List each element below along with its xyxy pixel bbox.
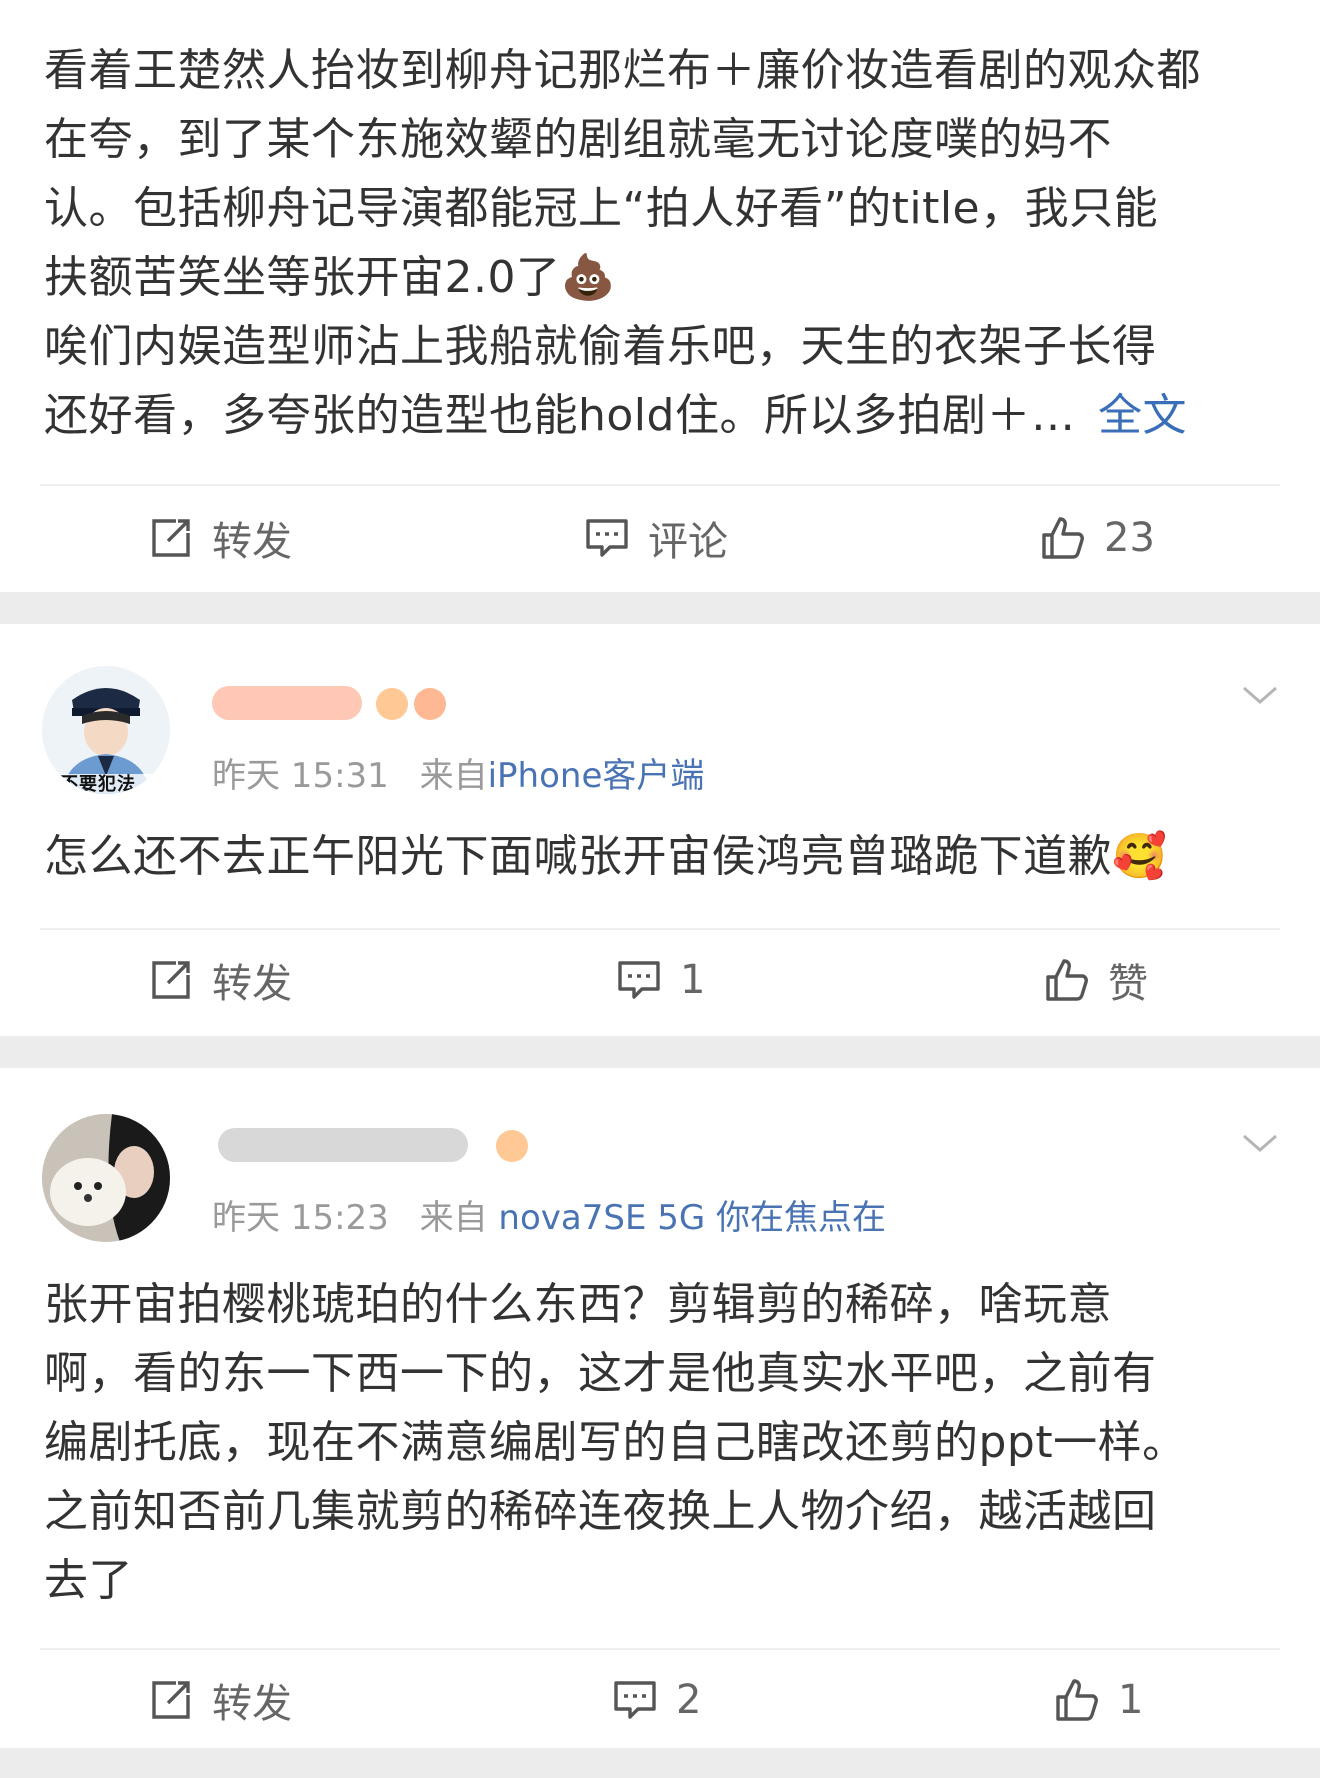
- post-line: 之前知否前几集就剪的稀碎连夜换上人物介绍，越活越回: [44, 1486, 1157, 1537]
- comment-icon: [614, 1681, 656, 1719]
- repost-label: 转发: [212, 961, 292, 1007]
- chevron-down-icon[interactable]: [1240, 682, 1280, 708]
- like-button[interactable]: 赞: [1044, 940, 1148, 1020]
- from-prefix: 来自: [419, 756, 488, 796]
- post-line: 啊，看的东一下西一下的，这才是他真实水平吧，之前有: [44, 1348, 1157, 1399]
- post-line: 扶额苦笑坐等张开宙2.0了💩: [44, 252, 616, 303]
- post-line: 张开宙拍樱桃琥珀的什么东西？剪辑剪的稀碎，啥玩意: [44, 1279, 1112, 1330]
- post-line: 在夸，到了某个东施效颦的剧组就毫无讨论度噗的妈不: [44, 114, 1112, 165]
- post-source[interactable]: iPhone客户端: [488, 756, 705, 796]
- comment-button[interactable]: 2: [612, 1660, 701, 1740]
- post-content: 怎么还不去正午阳光下面喊张开宙侯鸿亮曾璐跪下道歉🥰: [44, 822, 1284, 891]
- divider: [40, 484, 1280, 486]
- comment-button[interactable]: 评论: [584, 498, 728, 578]
- divider: [40, 928, 1280, 930]
- thumbs-up-icon: [1056, 1679, 1098, 1721]
- comment-icon: [618, 961, 660, 999]
- comment-count: 2: [676, 1677, 702, 1723]
- post-line: 看着王楚然人抬妆到柳舟记那烂布＋廉价妆造看剧的观众都: [44, 45, 1201, 96]
- comment-count: 1: [680, 957, 706, 1003]
- username-blurred[interactable]: [212, 680, 512, 726]
- action-bar: 转发 评论 23: [0, 498, 1320, 578]
- comment-button[interactable]: 1: [616, 940, 705, 1020]
- post-meta: 昨天 15:31 来自iPhone客户端: [212, 748, 704, 797]
- action-bar: 转发 1 赞: [0, 940, 1320, 1020]
- section-separator: [0, 592, 1320, 624]
- repost-icon: [152, 1681, 190, 1719]
- like-label: 赞: [1108, 961, 1148, 1007]
- post-content: 张开宙拍樱桃琥珀的什么东西？剪辑剪的稀碎，啥玩意 啊，看的东一下西一下的，这才是…: [44, 1270, 1284, 1615]
- blurred-username-image: [212, 686, 446, 720]
- from-prefix: 来自: [419, 1198, 488, 1238]
- post-content: 看着王楚然人抬妆到柳舟记那烂布＋廉价妆造看剧的观众都 在夸，到了某个东施效颦的剧…: [44, 36, 1284, 450]
- like-count: 1: [1118, 1677, 1144, 1723]
- avatar-caption: 不要犯法: [60, 774, 136, 794]
- post-line: 编剧托底，现在不满意编剧写的自己瞎改还剪的ppt一样。: [44, 1417, 1187, 1468]
- action-bar: 转发 2 1: [0, 1660, 1320, 1740]
- post-meta: 昨天 15:23 来自 nova7SE 5G 你在焦点在: [212, 1190, 886, 1239]
- comment-card: 不要犯法 昨天 15:31 来自iPhone客户端 怎么还不去正午阳光下面喊张开…: [0, 624, 1320, 1036]
- post-line: 去了: [44, 1555, 133, 1606]
- repost-button[interactable]: 转发: [148, 940, 292, 1020]
- repost-button[interactable]: 转发: [148, 1660, 292, 1740]
- post-line-last: 还好看，多夸张的造型也能hold住。所以多拍剧＋… 全文: [44, 381, 1284, 450]
- like-count: 23: [1104, 515, 1155, 561]
- read-more-link[interactable]: 全文: [1098, 390, 1187, 441]
- repost-icon: [152, 519, 190, 557]
- post-source[interactable]: nova7SE 5G 你在焦点在: [498, 1198, 886, 1238]
- avatar[interactable]: 不要犯法: [42, 666, 170, 794]
- post-time: 昨天 15:23: [212, 1198, 389, 1238]
- repost-button[interactable]: 转发: [148, 498, 292, 578]
- post-time: 昨天 15:31: [212, 756, 389, 796]
- post-card: 看着王楚然人抬妆到柳舟记那烂布＋廉价妆造看剧的观众都 在夸，到了某个东施效颦的剧…: [0, 0, 1320, 592]
- repost-label: 转发: [212, 1681, 292, 1727]
- thumbs-up-icon: [1042, 517, 1084, 559]
- like-button[interactable]: 1: [1054, 1660, 1143, 1740]
- section-separator: [0, 1036, 1320, 1068]
- chevron-down-icon[interactable]: [1240, 1130, 1280, 1156]
- post-line: 还好看，多夸张的造型也能hold住。所以多拍剧＋…: [44, 390, 1076, 441]
- post-line: 认。包括柳舟记导演都能冠上“拍人好看”的title，我只能: [44, 183, 1159, 234]
- section-separator: [0, 1748, 1320, 1778]
- blurred-username-image: [218, 1128, 528, 1162]
- comment-icon: [586, 519, 628, 557]
- thumbs-up-icon: [1046, 959, 1088, 1001]
- post-line: 唉们内娱造型师沾上我船就偷着乐吧，天生的衣架子长得: [44, 321, 1157, 372]
- repost-label: 转发: [212, 519, 292, 565]
- post-line: 怎么还不去正午阳光下面喊张开宙侯鸿亮曾璐跪下道歉🥰: [44, 831, 1168, 882]
- comment-card: 昨天 15:23 来自 nova7SE 5G 你在焦点在 张开宙拍樱桃琥珀的什么…: [0, 1068, 1320, 1748]
- avatar[interactable]: [42, 1114, 170, 1242]
- repost-icon: [152, 961, 190, 999]
- avatar-image: [42, 1114, 170, 1242]
- divider: [40, 1648, 1280, 1650]
- comment-label: 评论: [648, 519, 728, 565]
- username-blurred[interactable]: [212, 1122, 528, 1168]
- like-button[interactable]: 23: [1040, 498, 1155, 578]
